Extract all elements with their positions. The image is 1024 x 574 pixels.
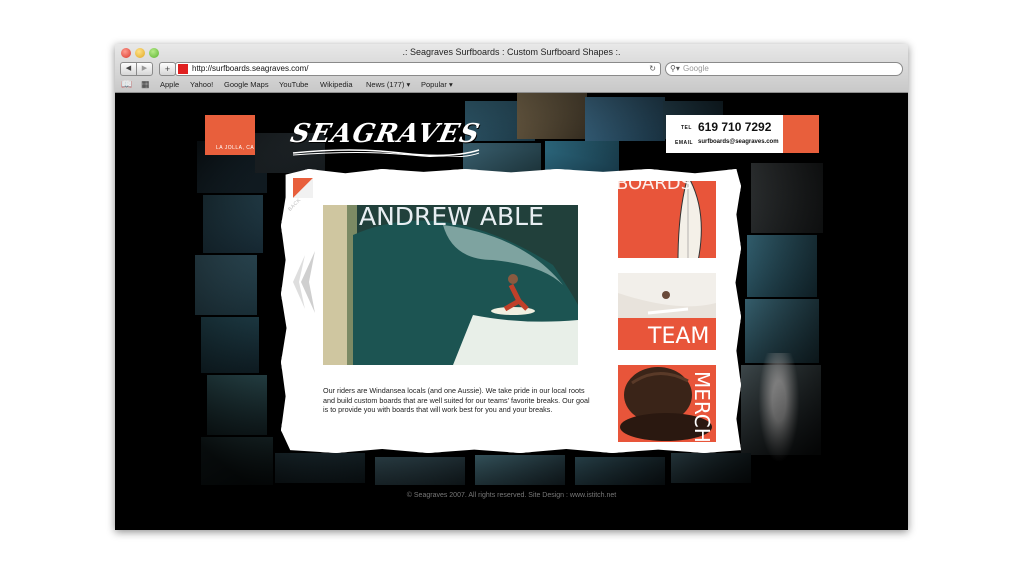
- chevron-down-icon: ▾: [446, 80, 453, 89]
- back-label: BACK: [287, 197, 303, 213]
- url-text: http://surfboards.seagraves.com/: [192, 64, 309, 73]
- forward-button[interactable]: ▶: [136, 62, 153, 76]
- reload-icon[interactable]: ↻: [649, 63, 656, 75]
- plus-icon: +: [164, 64, 171, 74]
- window-title: .: Seagraves Surfboards : Custom Surfboa…: [402, 47, 621, 57]
- boards-label: BOARDS: [618, 181, 692, 194]
- previous-arrows-icon[interactable]: [287, 251, 317, 313]
- forward-arrow-icon: ▶: [141, 65, 148, 72]
- rider-photo: ANDREW ABLE: [323, 205, 578, 365]
- back-corner-button[interactable]: [293, 178, 313, 198]
- location-label: LA JOLLA, CA: [216, 145, 255, 151]
- content-panel: BACK ANDREW ABLE Our riders are Windanse…: [281, 169, 741, 453]
- tel-label: TEL: [681, 125, 692, 131]
- bookmark-wikipedia[interactable]: Wikipedia: [320, 79, 353, 90]
- bookmark-apple[interactable]: Apple: [160, 79, 179, 90]
- contact-accent-block: [783, 115, 819, 153]
- search-field[interactable]: ⚲▾ Google: [665, 62, 903, 76]
- team-nav-button[interactable]: TEAM: [618, 273, 716, 350]
- reading-list-icon[interactable]: 📖: [121, 79, 132, 90]
- email-link[interactable]: surfboards@seagraves.com: [698, 139, 779, 145]
- back-arrow-icon: ◀: [125, 65, 132, 72]
- browser-window: .: Seagraves Surfboards : Custom Surfboa…: [115, 44, 908, 530]
- bookmark-popular-label: Popular: [421, 80, 447, 89]
- add-bookmark-button[interactable]: +: [159, 62, 176, 76]
- bookmark-youtube[interactable]: YouTube: [279, 79, 308, 90]
- address-bar[interactable]: http://surfboards.seagraves.com/ ↻: [175, 62, 661, 76]
- rider-bio: Our riders are Windansea locals (and one…: [323, 386, 590, 415]
- bookmark-news-label: News (177): [366, 80, 405, 89]
- bookmark-popular[interactable]: Popular ▾: [421, 79, 453, 90]
- search-icon: ⚲▾: [670, 64, 680, 73]
- web-page: LA JOLLA, CA SEAGRAVES TEL 619 710 7292 …: [115, 93, 908, 530]
- rider-name: ANDREW ABLE: [359, 205, 544, 231]
- merch-nav-button[interactable]: MERCH: [618, 365, 716, 442]
- site-logo[interactable]: SEAGRAVES: [288, 119, 483, 149]
- bookmarks-bar: 📖 ▦ Apple Yahoo! Google Maps YouTube Wik…: [115, 78, 908, 91]
- email-label: EMAIL: [675, 140, 694, 146]
- bookmark-news[interactable]: News (177) ▾: [366, 79, 410, 90]
- browser-toolbar: .: Seagraves Surfboards : Custom Surfboa…: [115, 44, 908, 93]
- site-favicon-icon: [178, 64, 188, 74]
- bookmark-google-maps[interactable]: Google Maps: [224, 79, 269, 90]
- merch-label: MERCH: [690, 371, 714, 442]
- chevron-down-icon: ▾: [404, 80, 411, 89]
- top-sites-grid-icon[interactable]: ▦: [141, 79, 150, 90]
- logo-swoosh-icon: [292, 149, 480, 157]
- boards-nav-button[interactable]: BOARDS: [618, 181, 716, 258]
- team-label: TEAM: [648, 324, 710, 349]
- bookmark-yahoo[interactable]: Yahoo!: [190, 79, 213, 90]
- site-footer: © Seagraves 2007. All rights reserved. S…: [406, 492, 617, 499]
- back-button[interactable]: ◀: [120, 62, 137, 76]
- search-placeholder: Google: [683, 64, 709, 73]
- contact-box: TEL 619 710 7292 EMAIL surfboards@seagra…: [666, 115, 791, 153]
- phone-number: 619 710 7292: [698, 120, 772, 134]
